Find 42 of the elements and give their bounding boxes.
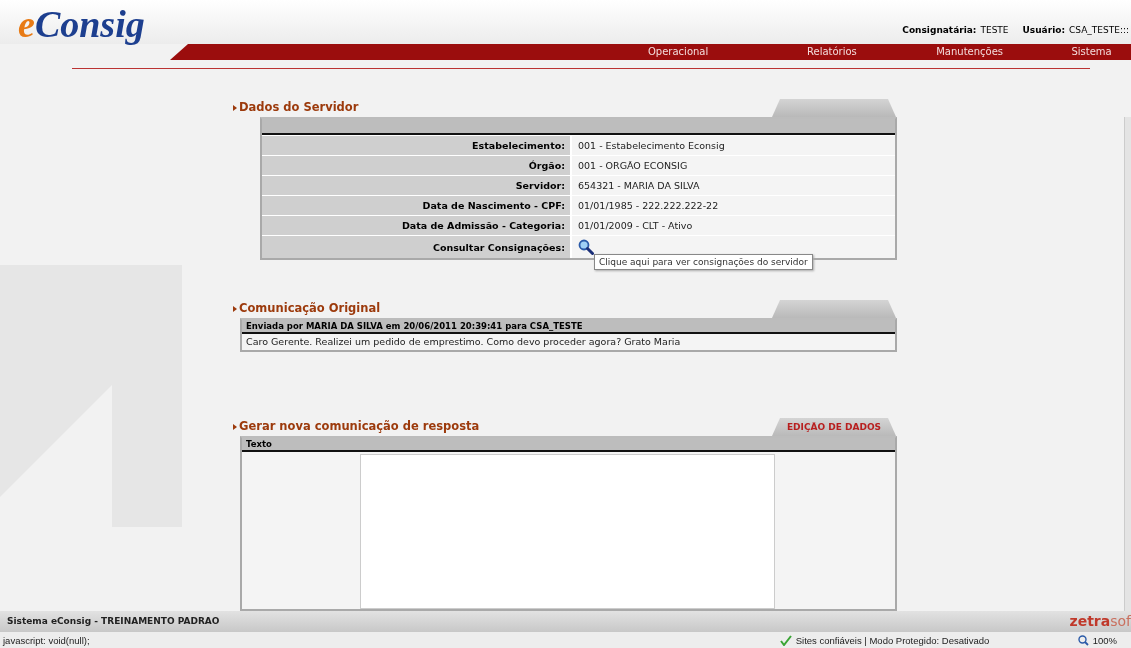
scrollbar[interactable] — [1124, 117, 1131, 611]
account-label: Consignatária: — [902, 25, 977, 35]
field-label: Consultar Consignações: — [262, 236, 572, 258]
tooltip: Clique aqui para ver consignações do servidor — [594, 254, 813, 270]
brand-logo: zetrasof — [1069, 613, 1131, 629]
message-header: Enviada por MARIA DA SILVA em 20/06/2011 20:39:41 para CSA_TESTE — [242, 320, 895, 334]
user-label: Usuário: — [1022, 25, 1065, 35]
search-icon — [578, 239, 594, 255]
search-button[interactable] — [578, 239, 594, 255]
check-icon — [779, 634, 792, 646]
section-title: Comunicação Original — [233, 301, 381, 318]
bullet-icon — [233, 424, 237, 430]
field-value: 01/01/2009 - CLT - Ativo — [578, 220, 693, 231]
column-header: Texto — [242, 438, 895, 452]
account-value: TESTE — [980, 25, 1009, 35]
section-tab[interactable]: EDIÇÃO DE DADOS — [772, 418, 896, 436]
section-title: Dados do Servidor — [233, 100, 359, 117]
logo: eConsig — [18, 4, 145, 44]
field-value: 001 - ORGÃO ECONSIG — [578, 160, 688, 171]
field-label: Estabelecimento: — [262, 136, 572, 155]
footer-text: Sistema eConsig - TREINAMENTO PADRAO — [7, 616, 220, 626]
menu-item[interactable]: Sistema — [1071, 44, 1131, 60]
section-title: Gerar nova comunicação de resposta — [233, 419, 480, 436]
zoom-level[interactable]: 100% — [1092, 634, 1117, 646]
field-label: Órgão: — [262, 156, 572, 175]
message-text: Caro Gerente. Realizei um pedido de emprestimo. Como devo proceder agora? Grato Maria — [245, 335, 682, 349]
text-field[interactable] — [360, 454, 775, 609]
bullet-icon — [233, 105, 237, 111]
field-label: Servidor: — [262, 176, 572, 195]
field-value: 01/01/1985 - 222.222.222-22 — [578, 200, 719, 211]
user-value: CSA_TESTE::: — [1069, 25, 1129, 35]
bullet-icon — [233, 306, 237, 312]
field-value: 654321 - MARIA DA SILVA — [578, 180, 700, 191]
security-zone: Sites confiáveis | Modo Protegido: Desativado — [795, 634, 990, 646]
menu-item[interactable]: Relatórios — [807, 44, 937, 60]
field-label: Data de Admissão - Categoria: — [262, 216, 572, 235]
menu-item[interactable]: Operacional — [648, 44, 807, 60]
field-label: Data de Nascimento - CPF: — [262, 196, 572, 215]
field-value: 001 - Estabelecimento Econsig — [578, 140, 725, 151]
zoom-icon — [1077, 634, 1089, 646]
menu-item[interactable]: Manutenções — [936, 44, 1072, 60]
status-url: javascript: void(null); — [1, 634, 91, 646]
